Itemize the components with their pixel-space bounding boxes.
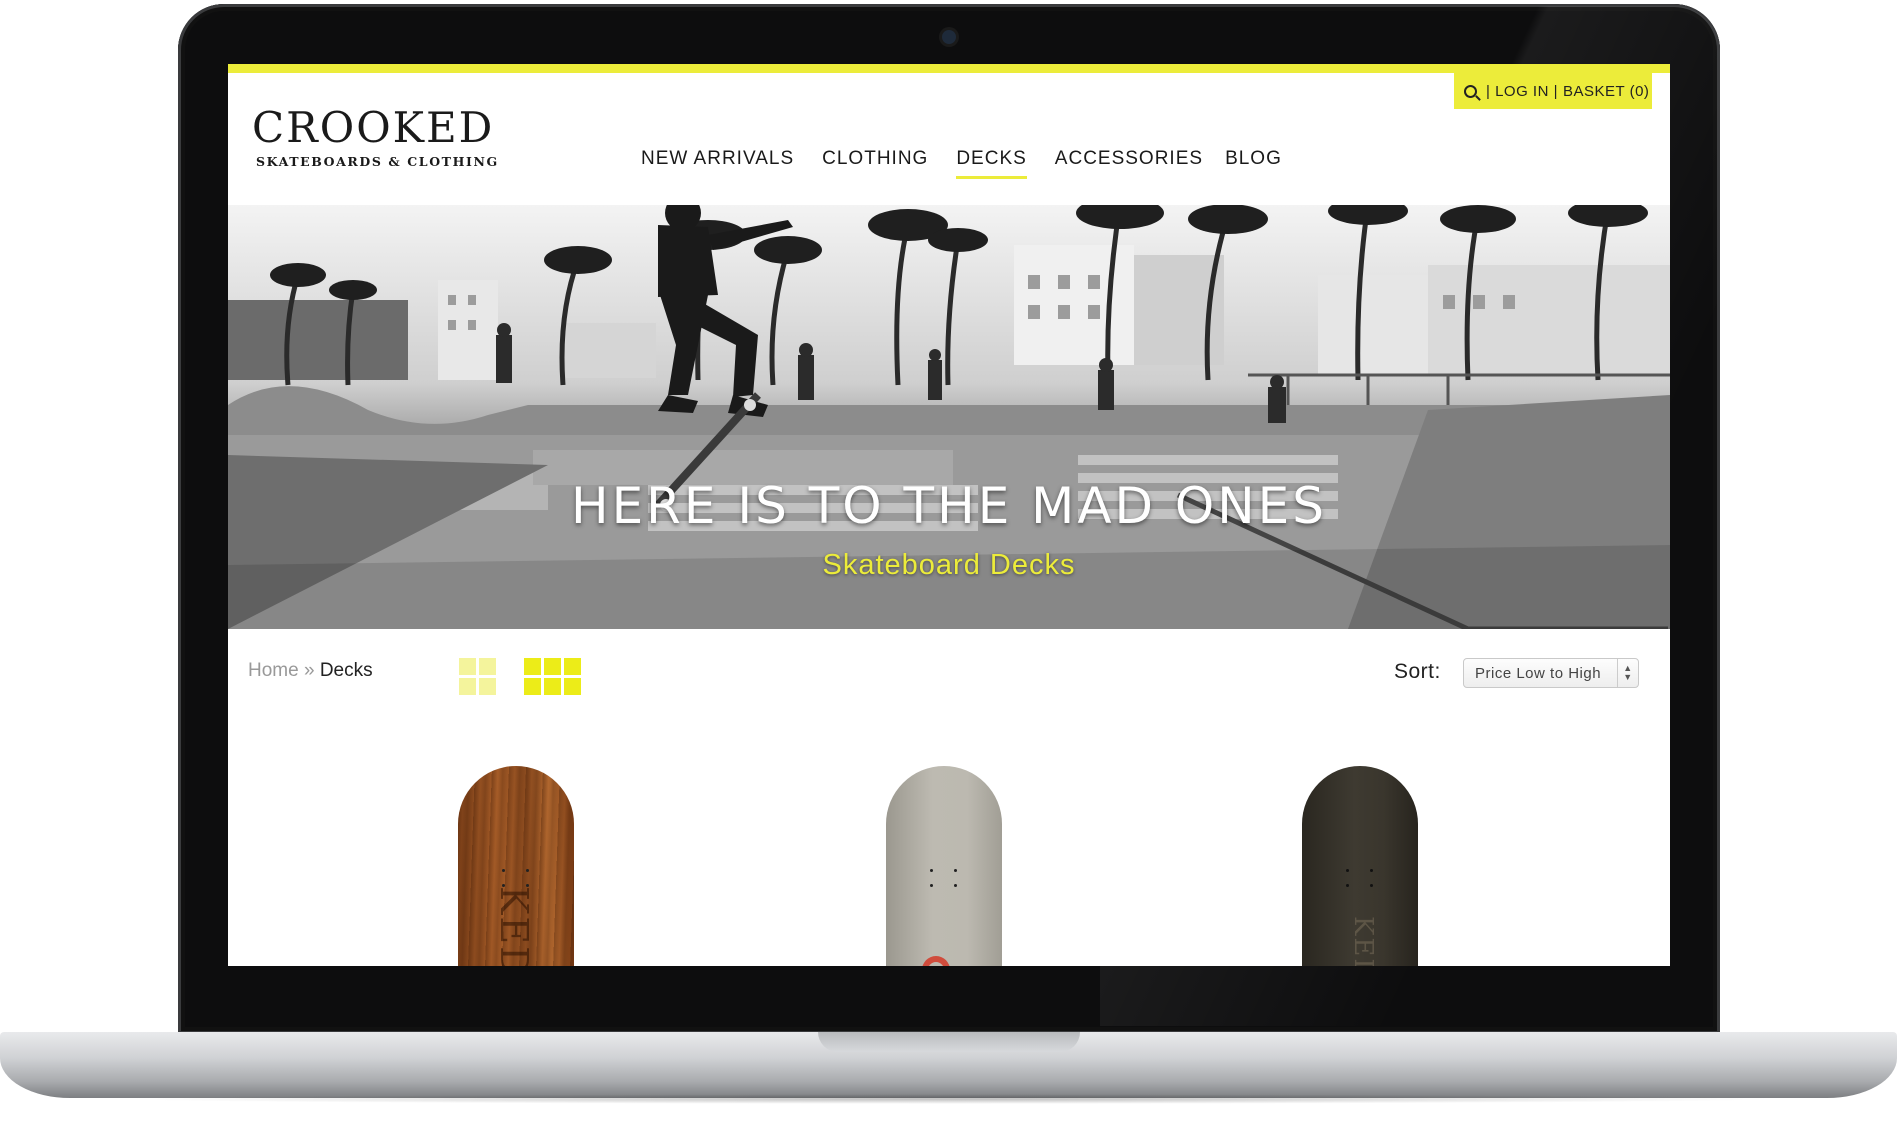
product-deck-grey[interactable] bbox=[886, 766, 1002, 966]
browser-viewport: | LOG IN | BASKET (0) CROOKED SKATEBOARD… bbox=[228, 64, 1670, 966]
utility-bar: | LOG IN | BASKET (0) bbox=[1454, 73, 1652, 109]
laptop-notch bbox=[818, 1032, 1080, 1052]
login-link[interactable]: | LOG IN | bbox=[1486, 83, 1558, 100]
hero-subtitle: Skateboard Decks bbox=[822, 549, 1076, 581]
hero-banner: HERE IS TO THE MAD ONES Skateboard Decks bbox=[228, 205, 1670, 629]
breadcrumb-home[interactable]: Home bbox=[248, 660, 299, 681]
grid-2-column-icon[interactable] bbox=[459, 658, 496, 695]
site-logo[interactable]: CROOKED SKATEBOARDS & CLOTHING bbox=[252, 103, 499, 170]
hero-title: HERE IS TO THE MAD ONES bbox=[570, 477, 1328, 535]
truck-holes bbox=[930, 869, 958, 887]
deck-brand-text: KED bbox=[1348, 916, 1378, 966]
logo-wordmark: CROOKED bbox=[252, 103, 495, 152]
camera-icon bbox=[942, 30, 956, 44]
breadcrumb: Home » Decks bbox=[248, 660, 373, 682]
nav-clothing[interactable]: CLOTHING bbox=[822, 148, 928, 176]
logo-tagline: SKATEBOARDS & CLOTHING bbox=[256, 154, 499, 169]
product-deck-wood[interactable]: KED bbox=[458, 766, 574, 966]
product-deck-black[interactable]: KED bbox=[1302, 766, 1418, 966]
select-arrows-icon: ▲ ▼ bbox=[1617, 659, 1638, 687]
truck-holes bbox=[502, 869, 530, 887]
nav-decks[interactable]: DECKS bbox=[956, 148, 1028, 179]
main-nav: NEW ARRIVALS CLOTHING DECKS ACCESSORIES … bbox=[641, 148, 1310, 179]
nav-blog[interactable]: BLOG bbox=[1225, 148, 1282, 176]
breadcrumb-separator: » bbox=[298, 660, 320, 681]
accent-bar bbox=[228, 64, 1670, 73]
sort-label: Sort: bbox=[1394, 660, 1441, 683]
nav-accessories[interactable]: ACCESSORIES bbox=[1055, 148, 1203, 176]
sort-selected-value: Price Low to High bbox=[1475, 664, 1602, 682]
nav-new-arrivals[interactable]: NEW ARRIVALS bbox=[641, 148, 794, 176]
laptop-shadow bbox=[120, 1094, 1780, 1104]
breadcrumb-current: Decks bbox=[319, 660, 373, 681]
deck-brand-text: KED bbox=[492, 886, 536, 966]
search-icon[interactable] bbox=[1464, 84, 1477, 98]
deck-graphic bbox=[922, 956, 950, 966]
sort-select[interactable]: Price Low to High ▲ ▼ bbox=[1463, 658, 1639, 688]
truck-holes bbox=[1346, 869, 1374, 887]
basket-link[interactable]: BASKET (0) bbox=[1563, 83, 1649, 100]
grid-3-column-icon[interactable] bbox=[524, 658, 581, 695]
